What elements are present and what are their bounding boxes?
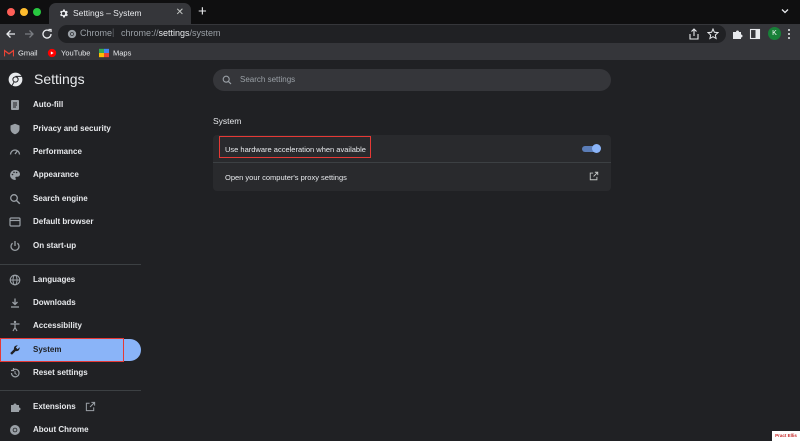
search-input[interactable]: Search settings	[213, 69, 611, 91]
sidebar-item-about-chrome[interactable]: About Chrome	[0, 419, 141, 441]
search-icon	[222, 75, 232, 85]
forward-icon[interactable]	[22, 27, 36, 41]
accessibility-icon	[10, 320, 20, 332]
browser-icon	[9, 217, 21, 227]
tab-settings[interactable]: Settings – System ✕	[49, 3, 191, 24]
avatar[interactable]: K	[768, 27, 781, 40]
omnibox-scheme: Chrome	[80, 28, 113, 38]
sidebar-item-search-engine[interactable]: Search engine	[0, 188, 141, 210]
toggle-knob	[592, 144, 601, 153]
hardware-acceleration-highlight-box	[219, 136, 371, 158]
close-window-button[interactable]	[7, 8, 15, 16]
sidebar-divider	[0, 390, 141, 391]
extensions-icon[interactable]	[731, 28, 743, 40]
search-icon	[10, 194, 21, 205]
youtube-icon	[47, 48, 57, 58]
sidebar-item-privacy[interactable]: Privacy and security	[0, 118, 141, 140]
globe-icon	[9, 274, 21, 286]
system-highlight-box	[0, 338, 124, 362]
more-menu-icon[interactable]	[787, 28, 791, 40]
external-link-icon[interactable]	[589, 171, 599, 181]
autofill-icon	[11, 100, 19, 110]
page-title: Settings	[34, 71, 85, 87]
speedometer-icon	[9, 149, 21, 155]
search-placeholder: Search settings	[240, 75, 296, 84]
section-title: System	[213, 116, 242, 126]
power-icon	[10, 241, 20, 252]
minimize-window-button[interactable]	[20, 8, 28, 16]
back-icon[interactable]	[4, 27, 18, 41]
sidebar-divider	[0, 264, 141, 265]
side-panel-icon[interactable]	[749, 28, 761, 40]
reload-icon[interactable]	[40, 27, 54, 41]
card-divider	[213, 162, 611, 163]
bookmark-maps[interactable]: Maps	[99, 47, 131, 58]
omnibox-separator: |	[112, 27, 115, 37]
reset-icon	[10, 368, 20, 378]
sidebar-item-autofill[interactable]: Auto-fill	[0, 94, 141, 116]
bookmark-gmail[interactable]: Gmail	[4, 47, 38, 58]
share-icon[interactable]	[688, 28, 700, 40]
chrome-logo-icon	[8, 72, 23, 87]
settings-page: Settings Search settings Auto-fill Priva…	[0, 62, 800, 441]
chevron-down-icon[interactable]	[780, 6, 790, 16]
sidebar-item-performance[interactable]: Performance	[0, 141, 141, 163]
bookmarks-bar: Gmail YouTube Maps	[0, 44, 800, 61]
omnibox-url: chrome://settings/system	[121, 28, 221, 38]
gear-icon	[60, 9, 68, 18]
chrome-icon	[67, 29, 77, 39]
sidebar-item-reset[interactable]: Reset settings	[0, 362, 141, 384]
tab-strip: Settings – System ✕ +	[0, 0, 800, 24]
maps-icon	[99, 48, 109, 58]
shield-icon	[10, 123, 20, 135]
star-icon[interactable]	[707, 28, 719, 40]
new-tab-button[interactable]: +	[198, 3, 207, 21]
toolbar: Chrome | chrome://settings/system K	[0, 24, 800, 44]
chrome-icon	[10, 425, 20, 435]
watermark-logo: Pract Ellis	[772, 431, 800, 441]
sidebar-item-languages[interactable]: Languages	[0, 269, 141, 291]
gmail-icon	[4, 49, 14, 57]
sidebar-item-appearance[interactable]: Appearance	[0, 164, 141, 186]
bookmark-youtube[interactable]: YouTube	[47, 47, 90, 58]
hardware-acceleration-toggle[interactable]	[582, 144, 601, 153]
tab-title: Settings – System	[73, 8, 142, 18]
proxy-settings-link[interactable]: Open your computer's proxy settings	[225, 173, 347, 182]
sidebar-item-extensions[interactable]: Extensions	[0, 396, 141, 418]
address-bar[interactable]: Chrome | chrome://settings/system	[58, 25, 726, 43]
puzzle-icon	[11, 403, 21, 412]
sidebar-item-accessibility[interactable]: Accessibility	[0, 315, 141, 337]
palette-icon	[10, 170, 20, 180]
sidebar-item-default-browser[interactable]: Default browser	[0, 211, 141, 233]
tab-close-button[interactable]: ✕	[176, 6, 184, 20]
sidebar-item-on-startup[interactable]: On start-up	[0, 235, 141, 257]
external-link-icon	[85, 401, 96, 412]
sidebar-item-downloads[interactable]: Downloads	[0, 292, 141, 314]
maximize-window-button[interactable]	[33, 8, 41, 16]
download-icon	[11, 298, 19, 308]
